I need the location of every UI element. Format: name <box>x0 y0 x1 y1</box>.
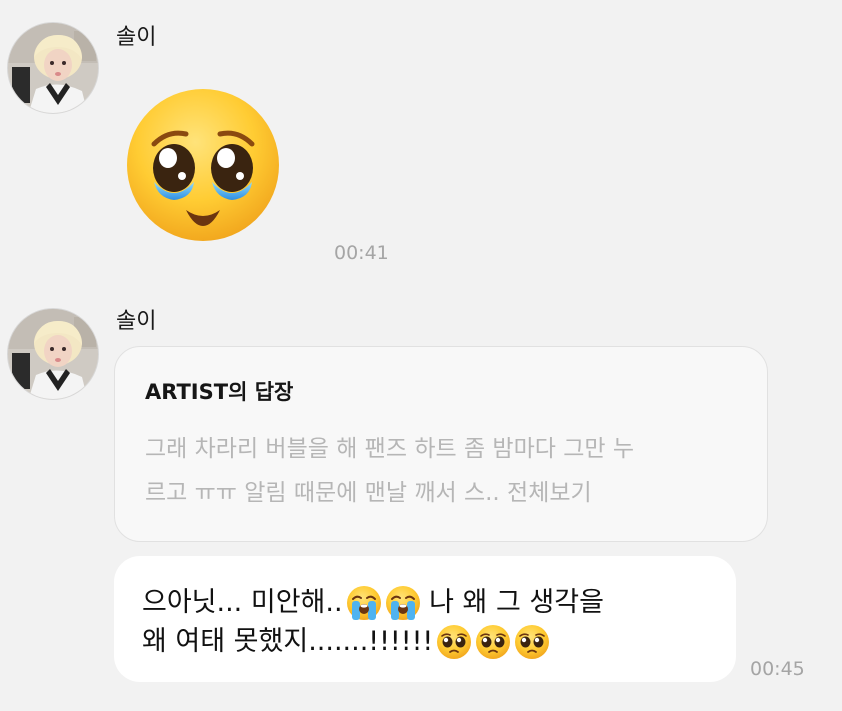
message-timestamp: 00:41 <box>334 242 389 264</box>
message-line: 으아닛... 미안해.. 나 왜 그 생각을 <box>142 585 604 621</box>
reply-preview-text: 르고 ㅠㅠ 알림 때문에 맨날 깨서 스.. <box>145 480 500 506</box>
message-text: 나 왜 그 생각을 <box>420 587 604 618</box>
reply-preview-line: 그래 차라리 버블을 해 팬즈 하트 좀 밤마다 그만 누 <box>145 436 634 462</box>
artist-reply-card[interactable]: ARTIST의 답장 그래 차라리 버블을 해 팬즈 하트 좀 밤마다 그만 누… <box>114 346 768 542</box>
message-line: 왜 여태 못했지.......!!!!!! <box>142 624 550 660</box>
sender-name: 솔이 <box>116 25 157 50</box>
message-bubble[interactable]: 으아닛... 미안해.. 나 왜 그 생각을 왜 여태 못했지.......!!… <box>114 556 736 682</box>
sender-name: 솔이 <box>116 309 157 334</box>
reply-header: ARTIST의 답장 <box>145 380 294 404</box>
reply-preview-line: 르고 ㅠㅠ 알림 때문에 맨날 깨서 스.. 전체보기 <box>145 471 749 515</box>
loudly-crying-face-emoji <box>385 585 421 621</box>
sender-avatar[interactable] <box>7 308 99 400</box>
message-text: 왜 여태 못했지.......!!!!!! <box>142 626 434 657</box>
sender-avatar[interactable] <box>7 22 99 114</box>
pleading-face-emoji <box>475 624 511 660</box>
message-text: 으아닛... 미안해.. <box>142 587 343 618</box>
loudly-crying-face-emoji <box>346 585 382 621</box>
message-timestamp: 00:45 <box>750 658 805 680</box>
pleading-face-emoji <box>514 624 550 660</box>
reply-preview: 그래 차라리 버블을 해 팬즈 하트 좀 밤마다 그만 누 르고 ㅠㅠ 알림 때… <box>145 427 749 515</box>
pleading-face-with-tears-emoji <box>124 86 282 244</box>
pleading-face-emoji <box>436 624 472 660</box>
view-all-link[interactable]: 전체보기 <box>507 480 592 506</box>
